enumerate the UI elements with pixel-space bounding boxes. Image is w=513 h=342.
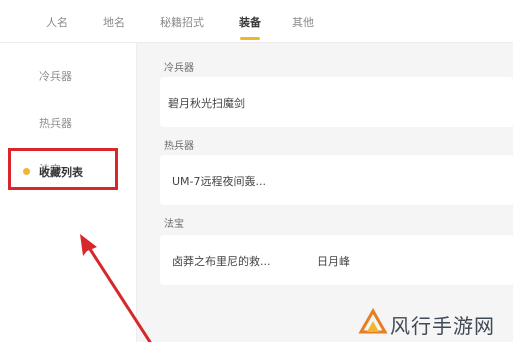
tab-other[interactable]: 其他 (292, 14, 314, 30)
section-label-firearms: 热兵器 (164, 141, 194, 152)
watermark-logo-icon (358, 308, 388, 334)
tab-skills[interactable]: 秘籍招式 (160, 14, 204, 30)
equipment-content: 冷兵器 碧月秋光扫魔剑 热兵器 UM-7远程夜间轰... 法宝 卤莽之布里尼的救… (137, 43, 513, 342)
sidebar-item-firearms[interactable]: 热兵器 (39, 115, 72, 131)
item-name: 日月峰 (317, 255, 350, 268)
top-tab-bar: 人名 地名 秘籍招式 装备 其他 (0, 0, 513, 43)
tab-equipment[interactable]: 装备 (239, 14, 261, 30)
list-item[interactable]: 碧月秋光扫魔剑 (160, 77, 513, 127)
tab-places[interactable]: 地名 (103, 14, 125, 30)
highlight-box (8, 148, 118, 190)
list-item[interactable]: 卤莽之布里尼的救... 日月峰 (160, 235, 513, 285)
item-name: 碧月秋光扫魔剑 (168, 97, 245, 110)
section-label-magic-items: 法宝 (164, 219, 184, 230)
list-item[interactable]: UM-7远程夜间轰... (160, 155, 513, 205)
app-page: 人名 地名 秘籍招式 装备 其他 冷兵器 热兵器 法宝 收藏列表 冷兵器 碧月秋… (0, 0, 513, 342)
item-name: 卤莽之布里尼的救... (172, 255, 271, 268)
active-tab-indicator (240, 37, 260, 40)
section-label-cold-weapons: 冷兵器 (164, 63, 194, 74)
sidebar-item-cold-weapons[interactable]: 冷兵器 (39, 68, 72, 84)
sidebar: 冷兵器 热兵器 法宝 (0, 43, 137, 342)
watermark-text: 风行手游网 (390, 314, 495, 338)
tab-names[interactable]: 人名 (46, 14, 68, 30)
item-name: UM-7远程夜间轰... (172, 175, 266, 188)
